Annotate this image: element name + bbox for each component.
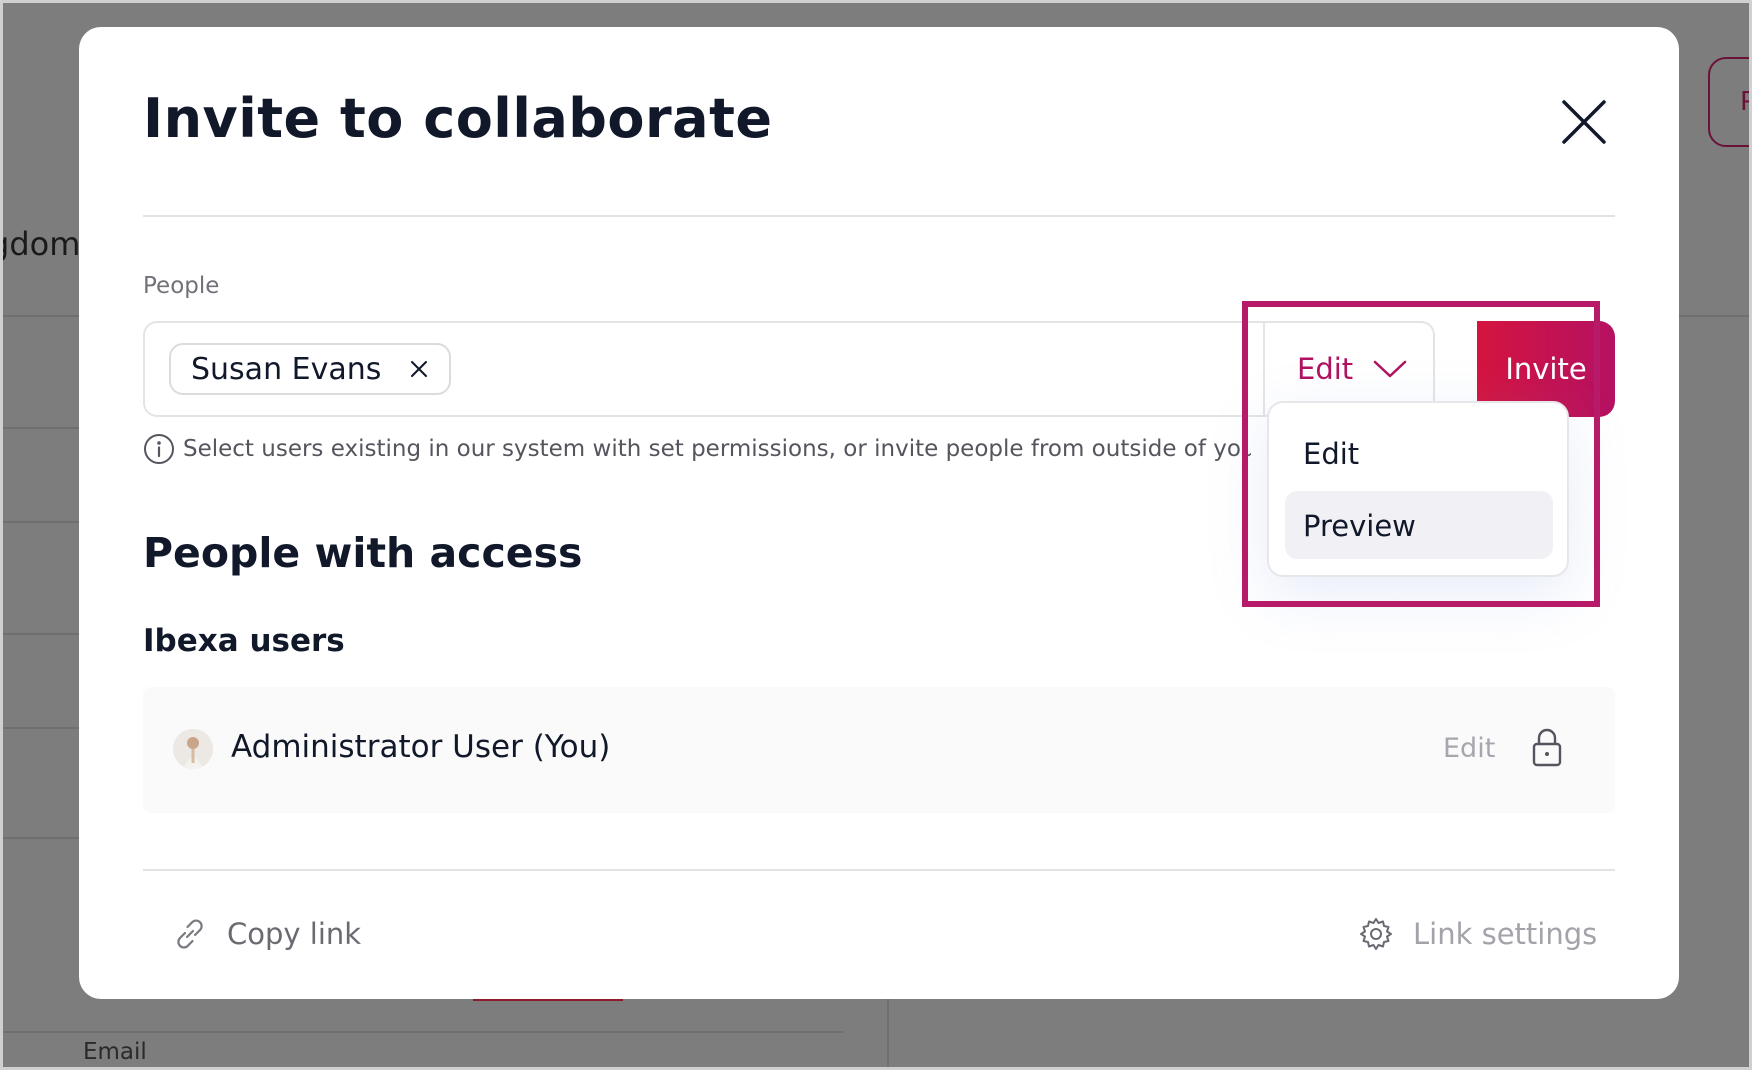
- link-settings-label: Link settings: [1413, 917, 1598, 951]
- link-settings-button[interactable]: Link settings: [1357, 915, 1597, 953]
- close-icon: [1562, 100, 1606, 144]
- selected-user-chip: Susan Evans: [169, 343, 452, 395]
- ibexa-users-heading: Ibexa users: [143, 623, 345, 659]
- background-button-label: P: [1740, 87, 1749, 117]
- lock-icon: [1531, 727, 1563, 767]
- remove-chip-button[interactable]: [409, 359, 429, 379]
- people-with-access-heading: People with access: [143, 529, 583, 577]
- background-divider: [1679, 315, 1749, 317]
- background-divider: [3, 427, 83, 429]
- background-divider: [3, 727, 83, 729]
- copy-link-label: Copy link: [227, 917, 362, 951]
- close-icon: [411, 361, 428, 377]
- chip-label: Susan Evans: [191, 351, 382, 387]
- background-divider: [3, 1031, 843, 1033]
- background-partial-text: gdom: [3, 225, 81, 263]
- background-divider: [3, 633, 83, 635]
- header-divider: [143, 215, 1615, 217]
- helper-text-row: Select users existing in our system with…: [143, 433, 1251, 465]
- footer-divider: [143, 869, 1615, 871]
- background-divider: [3, 837, 83, 839]
- link-icon: [171, 915, 209, 953]
- background-email-label: Email: [83, 1039, 147, 1065]
- invite-modal: Invite to collaborate People Susan Evans: [79, 27, 1679, 999]
- people-input[interactable]: Susan Evans: [143, 321, 1263, 417]
- chevron-down-icon: [1373, 359, 1407, 379]
- background-vertical-divider: [887, 999, 889, 1067]
- gear-icon: [1357, 915, 1395, 953]
- avatar: [173, 729, 213, 769]
- permission-dropdown-menu: Edit Preview: [1267, 401, 1569, 577]
- helper-text: Select users existing in our system with…: [183, 436, 1251, 462]
- user-row: Administrator User (You) Edit: [143, 687, 1615, 813]
- copy-link-button[interactable]: Copy link: [171, 915, 361, 953]
- screen: gdom Email P Invite to collaborate Peopl…: [0, 0, 1752, 1070]
- people-label: People: [143, 273, 220, 299]
- close-button[interactable]: [1559, 97, 1609, 147]
- user-name: Administrator User (You): [231, 729, 611, 765]
- permission-select-value: Edit: [1297, 352, 1354, 386]
- info-icon: [143, 433, 175, 465]
- background-button: P: [1708, 57, 1749, 147]
- dropdown-option-preview[interactable]: Preview: [1285, 491, 1553, 559]
- modal-title: Invite to collaborate: [143, 87, 773, 150]
- user-permission: Edit: [1443, 733, 1496, 764]
- dropdown-option-edit[interactable]: Edit: [1285, 419, 1553, 487]
- background-divider: [3, 521, 83, 523]
- background-divider: [3, 315, 83, 317]
